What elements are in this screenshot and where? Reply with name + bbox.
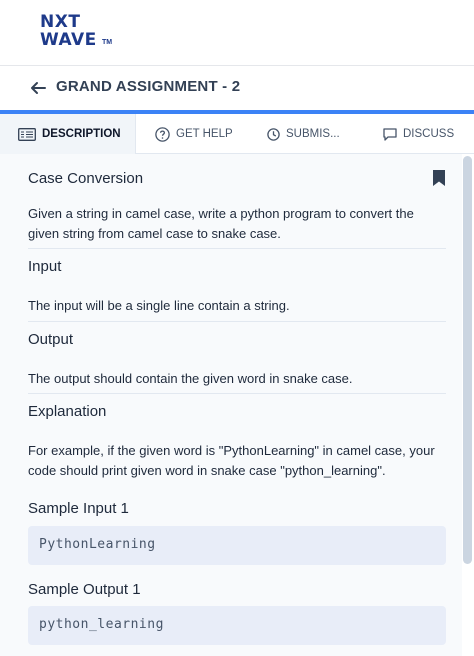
tab-submissions-label: SUBMIS...	[286, 128, 340, 140]
problem-title: Case Conversion	[28, 170, 144, 187]
title-bar: GRAND ASSIGNMENT - 2	[0, 66, 474, 110]
top-header: NXT WAVE TM	[0, 0, 474, 66]
input-heading: Input	[28, 258, 62, 275]
divider	[28, 321, 446, 322]
chat-icon	[383, 127, 397, 141]
output-heading: Output	[28, 331, 74, 348]
tab-discuss[interactable]: DISCUSS	[383, 114, 454, 154]
sample-output-code: python_learning	[28, 606, 446, 645]
explanation-text: For example, if the given word is "Pytho…	[28, 443, 435, 478]
sample-output-heading: Sample Output 1	[28, 581, 141, 598]
scrollbar-thumb[interactable]	[463, 156, 472, 564]
tab-get-help-label: GET HELP	[176, 128, 233, 140]
help-icon	[155, 126, 170, 142]
nxtwave-logo[interactable]: NXT WAVE TM	[40, 12, 120, 52]
sample-input-code: PythonLearning	[28, 526, 446, 565]
tab-get-help[interactable]: GET HELP	[155, 114, 233, 154]
logo-line-2: WAVE	[40, 30, 97, 50]
logo-line-1: NXT	[40, 12, 81, 32]
logo-trademark: TM	[102, 39, 113, 46]
problem-description: Given a string in camel case, write a py…	[28, 206, 414, 241]
sample-input-heading: Sample Input 1	[28, 500, 129, 517]
divider	[28, 248, 446, 249]
tab-description-label: DESCRIPTION	[42, 128, 121, 140]
clock-icon	[267, 127, 280, 141]
document-icon	[18, 127, 36, 141]
input-text: The input will be a single line contain …	[28, 298, 290, 313]
tab-discuss-label: DISCUSS	[403, 128, 455, 140]
tab-submissions[interactable]: SUBMIS...	[267, 114, 340, 154]
tab-description[interactable]: DESCRIPTION	[0, 114, 136, 154]
divider	[28, 393, 446, 394]
output-text: The output should contain the given word…	[28, 371, 353, 386]
description-panel: Case Conversion Given a string in camel …	[0, 154, 462, 656]
page-title: GRAND ASSIGNMENT - 2	[56, 78, 241, 95]
bookmark-icon[interactable]	[432, 169, 446, 187]
tab-bar: DESCRIPTION GET HELP SUBMIS... DISCUSS	[0, 114, 474, 154]
explanation-heading: Explanation	[28, 403, 107, 420]
back-arrow-icon[interactable]	[28, 78, 48, 98]
